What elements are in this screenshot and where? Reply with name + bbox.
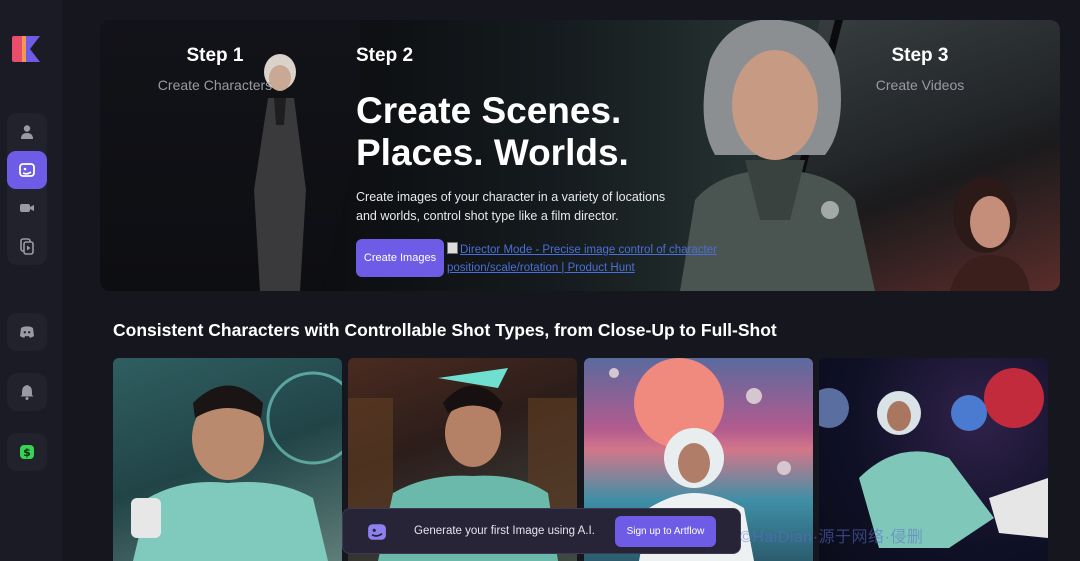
sidebar-main-group [7, 113, 47, 265]
sidebar-credits-group: $ [7, 433, 47, 471]
artflow-logo[interactable] [10, 34, 44, 64]
image-face-icon [19, 163, 35, 177]
dollar-icon: $ [20, 445, 34, 459]
product-hunt-alt-text[interactable]: Director Mode - Precise image control of… [447, 244, 717, 274]
signup-toast: Generate your first Image using A.I. Sig… [342, 508, 741, 554]
step-1-label: Step 1 Create Characters [155, 45, 275, 93]
sidebar: $ [0, 0, 62, 561]
product-hunt-badge-link[interactable]: Director Mode - Precise image control of… [447, 241, 752, 277]
step-3-subtitle: Create Videos [875, 77, 965, 93]
svg-text:$: $ [23, 446, 31, 459]
video-camera-icon [20, 204, 34, 212]
signup-button[interactable]: Sign up to Artflow [615, 516, 716, 547]
step-1-title: Step 1 [186, 45, 244, 66]
step-3-title: Step 3 [891, 45, 949, 66]
step-3-label: Step 3 Create Videos [860, 45, 980, 93]
section-title: Consistent Characters with Controllable … [113, 320, 777, 340]
character-illustration-step3 [950, 177, 1030, 291]
person-icon [21, 125, 33, 139]
play-stack-icon [20, 238, 34, 255]
sidebar-item-notifications[interactable] [7, 373, 47, 411]
sidebar-item-characters[interactable] [7, 113, 47, 151]
hero-headline-line2: Places. Worlds. [356, 132, 629, 173]
step-1-subtitle: Create Characters [157, 77, 273, 93]
discord-icon [20, 326, 34, 338]
hero-headline-line1: Create Scenes. [356, 90, 622, 131]
sidebar-item-scenes[interactable] [7, 151, 47, 189]
broken-image-icon [447, 242, 458, 254]
astronaut-closeup-image [131, 371, 342, 561]
sidebar-discord-group [7, 313, 47, 351]
sidebar-item-storyboard[interactable] [7, 227, 47, 265]
hero-headline: Create Scenes. Places. Worlds. [356, 90, 686, 174]
sidebar-notifications-group [7, 373, 47, 411]
sidebar-item-discord[interactable] [7, 313, 47, 351]
step-2-title: Step 2 [356, 45, 414, 66]
bell-icon [20, 385, 34, 400]
hero-description: Create images of your character in a var… [356, 190, 666, 223]
gallery-card-closeup[interactable] [113, 358, 342, 561]
watermark-text: ©HaiDian·源于网络·侵删 [740, 529, 924, 546]
create-images-button[interactable]: Create Images [356, 239, 444, 277]
step-2-label: Step 2 [356, 45, 413, 67]
image-face-icon [368, 524, 386, 540]
toast-message: Generate your first Image using A.I. [414, 525, 595, 537]
hero-banner: Step 1 Create Characters Step 2 Step 3 C… [100, 20, 1060, 291]
sidebar-item-credits[interactable]: $ [7, 433, 47, 471]
sidebar-item-video[interactable] [7, 189, 47, 227]
